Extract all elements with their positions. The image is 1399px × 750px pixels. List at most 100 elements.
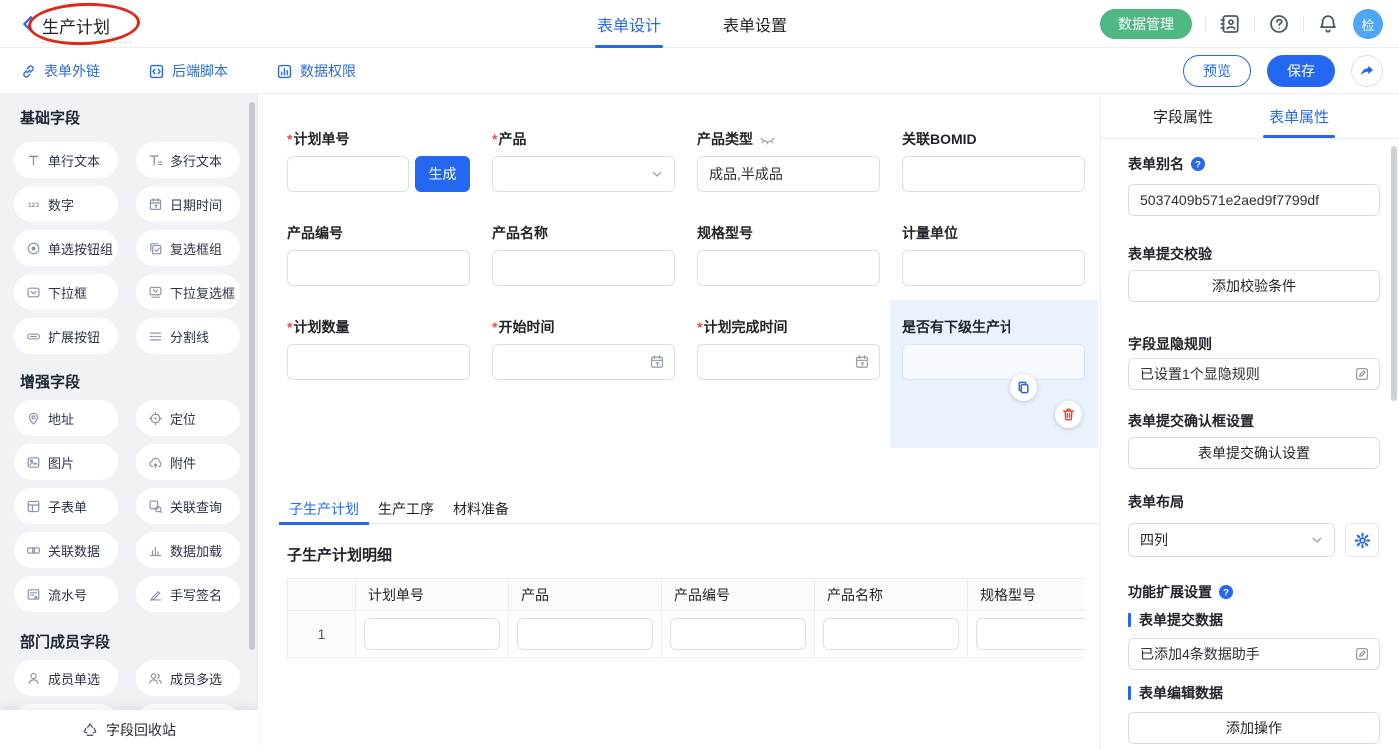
field-product-type[interactable]: 产品类型 成品,半成品 <box>697 128 880 192</box>
palette-item-signature[interactable]: 手写签名 <box>136 576 240 612</box>
edit-icon[interactable] <box>1354 366 1370 382</box>
palette-item-serial-number[interactable]: 流水号 <box>14 576 118 612</box>
chip-label: 数字 <box>48 195 74 214</box>
layout-settings-button[interactable] <box>1345 523 1379 557</box>
share-button[interactable] <box>1351 55 1383 87</box>
product-type-input[interactable]: 成品,半成品 <box>697 156 880 192</box>
add-check-condition-button[interactable]: 添加校验条件 <box>1128 270 1380 302</box>
palette-item-location[interactable]: 定位 <box>136 400 240 436</box>
visibility-rules-box[interactable]: 已设置1个显隐规则 <box>1128 358 1380 390</box>
app-header: 生产计划 表单设计 表单设置 数据管理 检 <box>0 0 1399 48</box>
bom-id-input[interactable] <box>902 156 1085 192</box>
palette-item-member-single[interactable]: 成员单选 <box>14 660 118 696</box>
palette-item-datetime[interactable]: 日期时间 <box>136 186 240 222</box>
plan-finish-time-input[interactable] <box>697 344 880 380</box>
product-select[interactable] <box>492 156 675 192</box>
delete-field-button[interactable] <box>1055 401 1082 428</box>
data-permission-link[interactable]: 数据权限 <box>276 61 356 81</box>
start-time-input[interactable] <box>492 344 675 380</box>
tab-form-properties[interactable]: 表单属性 <box>1269 94 1329 138</box>
layout-select[interactable]: 四列 <box>1128 523 1335 557</box>
sidebar-scrollbar[interactable] <box>249 102 255 650</box>
has-sub-plan-input[interactable] <box>902 344 1085 380</box>
subtab-production-process[interactable]: 生产工序 <box>376 494 436 524</box>
field-product-code[interactable]: 产品编号 <box>287 222 470 286</box>
cell-plan-number-input[interactable] <box>364 618 500 650</box>
copy-field-button[interactable] <box>1010 374 1037 401</box>
generate-button[interactable]: 生成 <box>415 156 470 192</box>
field-label: 规格型号 <box>697 223 753 243</box>
help-circle-icon[interactable]: ? <box>1190 156 1206 172</box>
edit-data-label: 表单编辑数据 <box>1128 685 1379 701</box>
tab-form-design[interactable]: 表单设计 <box>597 0 661 48</box>
chip-label: 多行文本 <box>170 151 222 170</box>
plan-number-input[interactable] <box>287 156 409 192</box>
field-product[interactable]: 产品 <box>492 128 675 192</box>
cell-spec-model-input[interactable] <box>976 618 1085 650</box>
add-action-button[interactable]: 添加操作 <box>1128 712 1380 744</box>
palette-item-multiselect[interactable]: 下拉复选框 <box>136 274 240 310</box>
palette-item-linked-query[interactable]: 关联查询 <box>136 488 240 524</box>
contacts-book-icon[interactable] <box>1219 13 1241 35</box>
palette-item-single-line-text[interactable]: 单行文本 <box>14 142 118 178</box>
palette-item-member-multi[interactable]: 成员多选 <box>136 660 240 696</box>
product-name-input[interactable] <box>492 250 675 286</box>
chip-label: 地址 <box>48 409 74 428</box>
avatar[interactable]: 检 <box>1353 9 1383 39</box>
submit-confirm-button[interactable]: 表单提交确认设置 <box>1128 437 1380 469</box>
field-unit[interactable]: 计量单位 <box>902 222 1085 286</box>
save-button[interactable]: 保存 <box>1267 55 1335 87</box>
palette-item-subform[interactable]: 子表单 <box>14 488 118 524</box>
cell-product-input[interactable] <box>517 618 653 650</box>
submit-data-box[interactable]: 已添加4条数据助手 <box>1128 638 1380 670</box>
bell-icon[interactable] <box>1317 13 1339 35</box>
palette-item-linked-data[interactable]: 关联数据 <box>14 532 118 568</box>
palette-item-checkbox-group[interactable]: 复选框组 <box>136 230 240 266</box>
field-plan-finish-time[interactable]: 计划完成时间 <box>697 316 880 434</box>
edit-icon[interactable] <box>1354 646 1370 662</box>
back-icon[interactable] <box>18 14 38 34</box>
plan-quantity-input[interactable] <box>287 344 470 380</box>
field-spec-model[interactable]: 规格型号 <box>697 222 880 286</box>
field-product-name[interactable]: 产品名称 <box>492 222 675 286</box>
cell-product-code-input[interactable] <box>670 618 806 650</box>
field-label: 产品编号 <box>287 223 343 243</box>
preview-button[interactable]: 预览 <box>1183 55 1251 87</box>
chevron-down-icon <box>1309 532 1325 548</box>
palette-item-divider[interactable]: 分割线 <box>136 318 240 354</box>
palette-item-data-load[interactable]: 数据加载 <box>136 532 240 568</box>
tab-form-settings[interactable]: 表单设置 <box>723 0 787 48</box>
field-plan-quantity[interactable]: 计划数量 <box>287 316 470 434</box>
panel-scrollbar[interactable] <box>1391 146 1397 401</box>
palette-item-multi-line-text[interactable]: 多行文本 <box>136 142 240 178</box>
field-recycle-bin[interactable]: 字段回收站 <box>0 710 258 750</box>
backend-script-link[interactable]: 后端脚本 <box>148 61 228 81</box>
field-bom-id[interactable]: 关联BOMID <box>902 128 1085 192</box>
palette-item-attachment[interactable]: 附件 <box>136 444 240 480</box>
data-permission-icon <box>276 63 293 80</box>
palette-item-number[interactable]: 123数字 <box>14 186 118 222</box>
product-code-input[interactable] <box>287 250 470 286</box>
svg-text:?: ? <box>1195 159 1201 170</box>
form-external-link[interactable]: 表单外链 <box>20 61 100 81</box>
unit-input[interactable] <box>902 250 1085 286</box>
subtab-sub-production-plan[interactable]: 子生产计划 <box>287 494 361 524</box>
palette-item-select[interactable]: 下拉框 <box>14 274 118 310</box>
field-start-time[interactable]: 开始时间 <box>492 316 675 434</box>
palette-item-extend-button[interactable]: 扩展按钮 <box>14 318 118 354</box>
help-circle-icon[interactable] <box>1268 13 1290 35</box>
form-alias-input[interactable] <box>1128 184 1380 216</box>
subtab-material-preparation[interactable]: 材料准备 <box>451 494 511 524</box>
tab-field-properties[interactable]: 字段属性 <box>1153 94 1213 138</box>
field-plan-number[interactable]: 计划单号 生成 <box>287 128 470 192</box>
palette-item-image[interactable]: 图片 <box>14 444 118 480</box>
data-manage-button[interactable]: 数据管理 <box>1100 9 1192 39</box>
form-fields-grid: 计划单号 生成 产品 产品类型 成品,半成品 关联BOMID <box>287 128 1085 434</box>
palette-item-radio-group[interactable]: 单选按钮组 <box>14 230 118 266</box>
help-circle-icon[interactable]: ? <box>1218 584 1234 600</box>
field-has-sub-plan-selected[interactable]: 是否有下级生产计. <box>902 316 1085 434</box>
cell-product-name-input[interactable] <box>823 618 959 650</box>
divider <box>1254 16 1255 32</box>
palette-item-address[interactable]: 地址 <box>14 400 118 436</box>
spec-model-input[interactable] <box>697 250 880 286</box>
